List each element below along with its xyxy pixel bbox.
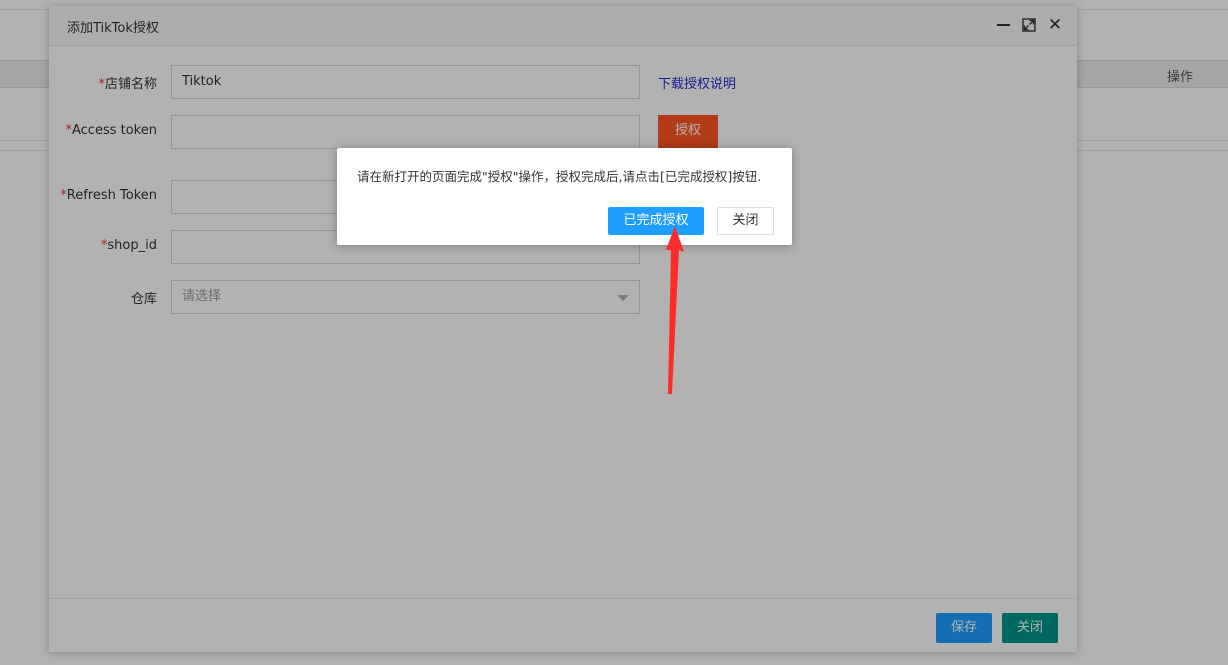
confirm-message: 请在新打开的页面完成"授权"操作，授权完成后,请点击[已完成授权]按钮. [357,169,762,184]
confirm-close-button[interactable]: 关闭 [717,207,774,235]
confirm-auth-dialog: 请在新打开的页面完成"授权"操作，授权完成后,请点击[已完成授权]按钮. 已完成… [337,148,792,245]
auth-completed-button[interactable]: 已完成授权 [608,207,704,235]
modal-overlay [0,0,1228,665]
